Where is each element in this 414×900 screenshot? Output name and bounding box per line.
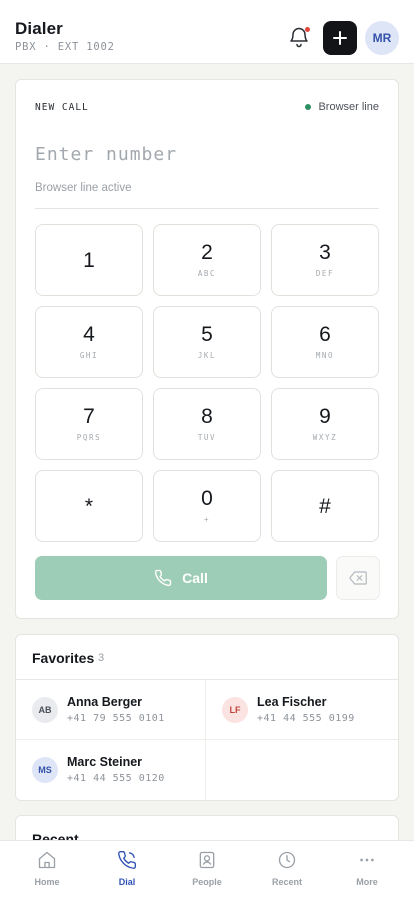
nav-item-more[interactable]: More [327,841,407,900]
favorites-card: Favorites 3 AB Anna Berger +41 79 555 01… [15,634,399,801]
avatar: MS [32,757,58,783]
key-digit: 7 [83,405,95,428]
key-letters: TUV [197,433,217,442]
key-7[interactable]: 7 PQRS [35,388,143,460]
line-status: Browser line [305,101,379,113]
nav-item-recent[interactable]: Recent [247,841,327,900]
key-9[interactable]: 9 WXYZ [271,388,379,460]
nav-item-home[interactable]: Home [7,841,87,900]
key-digit: 5 [201,323,213,346]
contact-name: Anna Berger [67,695,143,709]
nav-label: Home [34,877,60,887]
key-digit: 0 [201,487,213,510]
backspace-button[interactable] [336,556,380,600]
contact-phone: +41 44 555 0120 [67,773,165,784]
contact-phone: +41 79 555 0101 [67,713,165,724]
call-button[interactable]: Call [35,556,327,600]
avatar: AB [32,697,58,723]
favorites-grid: AB Anna Berger +41 79 555 0101 LF Lea Fi… [16,680,398,800]
key-4[interactable]: 4 GHI [35,306,143,378]
backspace-icon [349,571,367,585]
key-2[interactable]: 2 ABC [153,224,261,296]
contact-name: Lea Fischer [257,695,327,709]
key-0[interactable]: 0 + [153,470,261,542]
phone-icon [118,850,137,869]
user-avatar[interactable]: MR [365,21,399,55]
line-status-label: Browser line [318,101,379,113]
key-digit: 8 [201,405,213,428]
key-letters: DEF [315,269,335,278]
status-dot [305,104,312,110]
key-digit: 9 [319,405,331,428]
favorite-item[interactable]: MS Marc Steiner +41 44 555 0120 [16,740,206,800]
favorite-empty-slot [206,740,398,800]
nav-item-dial[interactable]: Dial [87,841,167,900]
key-digit: 4 [83,323,95,346]
key-5[interactable]: 5 JKL [153,306,261,378]
key-1[interactable]: 1 [35,224,143,296]
key-letters: ABC [197,269,217,278]
favorites-count: 3 [98,652,105,664]
page-title: Dialer [15,19,63,38]
add-button[interactable] [323,21,357,55]
call-label: Call [182,570,208,586]
phone-icon [155,569,172,587]
key-letters: WXYZ [312,433,338,442]
nav-label: Dial [118,877,136,887]
pbx-extension: PBX · EXT 1002 [15,41,115,53]
nav-label: More [356,877,378,887]
nav-label: Recent [271,877,302,887]
favorite-item[interactable]: LF Lea Fischer +41 44 555 0199 [206,680,398,740]
key-digit: * [84,494,94,518]
key-6[interactable]: 6 MNO [271,306,379,378]
contact-phone: +41 44 555 0199 [257,713,355,724]
contact-name: Marc Steiner [67,755,143,769]
key-hash[interactable]: # [271,470,379,542]
dial-card: NEW CALL Browser line Browser line activ… [15,79,399,619]
key-digit: # [319,494,331,518]
notification-dot [305,27,310,32]
key-star[interactable]: * [35,470,143,542]
key-8[interactable]: 8 TUV [153,388,261,460]
avatar: LF [222,697,248,723]
key-digit: 6 [319,323,331,346]
favorites-title: Favorites [32,650,95,666]
key-3[interactable]: 3 DEF [271,224,379,296]
clock-icon [278,851,296,869]
key-letters: + [203,515,211,524]
number-input[interactable] [35,144,379,165]
home-icon [38,851,56,869]
app-header: Dialer PBX · EXT 1002 MR [0,0,414,64]
key-letters: PQRS [76,433,102,442]
key-letters: GHI [79,351,99,360]
keypad: 1 2 ABC 3 DEF 4 GHI 5 JKL 6 MNO 7 PQRS 8 TUV 9 W… [35,224,379,542]
section-label: NEW CALL [35,102,89,113]
divider [35,208,379,209]
nav-label: People [192,877,222,887]
key-letters: JKL [197,351,217,360]
more-dots-icon [360,858,374,862]
key-digit: 3 [319,241,331,264]
plus-icon [333,31,347,45]
line-hint: Browser line active [35,182,132,194]
key-digit: 1 [83,248,95,272]
contact-card-icon [199,851,215,869]
favorite-item[interactable]: AB Anna Berger +41 79 555 0101 [16,680,206,740]
bottom-nav: Home Dial People Recent More [0,840,414,900]
key-letters: MNO [315,351,335,360]
nav-item-people[interactable]: People [167,841,247,900]
key-digit: 2 [201,241,213,264]
